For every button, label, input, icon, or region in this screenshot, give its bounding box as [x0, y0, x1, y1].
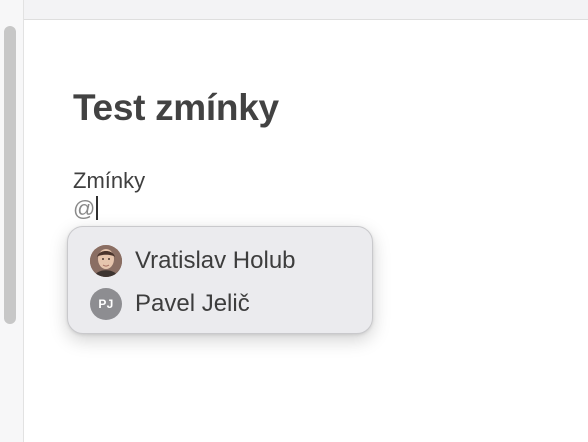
suggestion-name: Vratislav Holub	[135, 246, 296, 274]
notes-app-window: Test zmínky Zmínky @ Vratislav Holub PJ …	[0, 0, 588, 442]
page-title: Test zmínky	[73, 87, 279, 128]
mention-suggestion-pavel-jelic[interactable]: PJ Pavel Jelič	[90, 282, 372, 325]
user-avatar-photo-icon	[90, 244, 122, 277]
mention-at-symbol: @	[73, 196, 96, 221]
text-caret	[96, 196, 99, 220]
user-initials-avatar-icon: PJ	[90, 287, 122, 320]
document-text-line[interactable]: Zmínky	[73, 167, 573, 195]
top-toolbar-strip	[0, 0, 588, 20]
vertical-scrollbar-thumb[interactable]	[4, 26, 16, 324]
suggestion-name: Pavel Jelič	[135, 289, 250, 317]
left-sidebar-edge	[0, 0, 24, 442]
mention-suggestion-vratislav-holub[interactable]: Vratislav Holub	[90, 239, 372, 282]
document-editor[interactable]: Test zmínky Zmínky @	[73, 86, 573, 225]
mention-input-line[interactable]: @	[73, 195, 573, 225]
mention-suggestions-popup: Vratislav Holub PJ Pavel Jelič	[67, 226, 373, 334]
